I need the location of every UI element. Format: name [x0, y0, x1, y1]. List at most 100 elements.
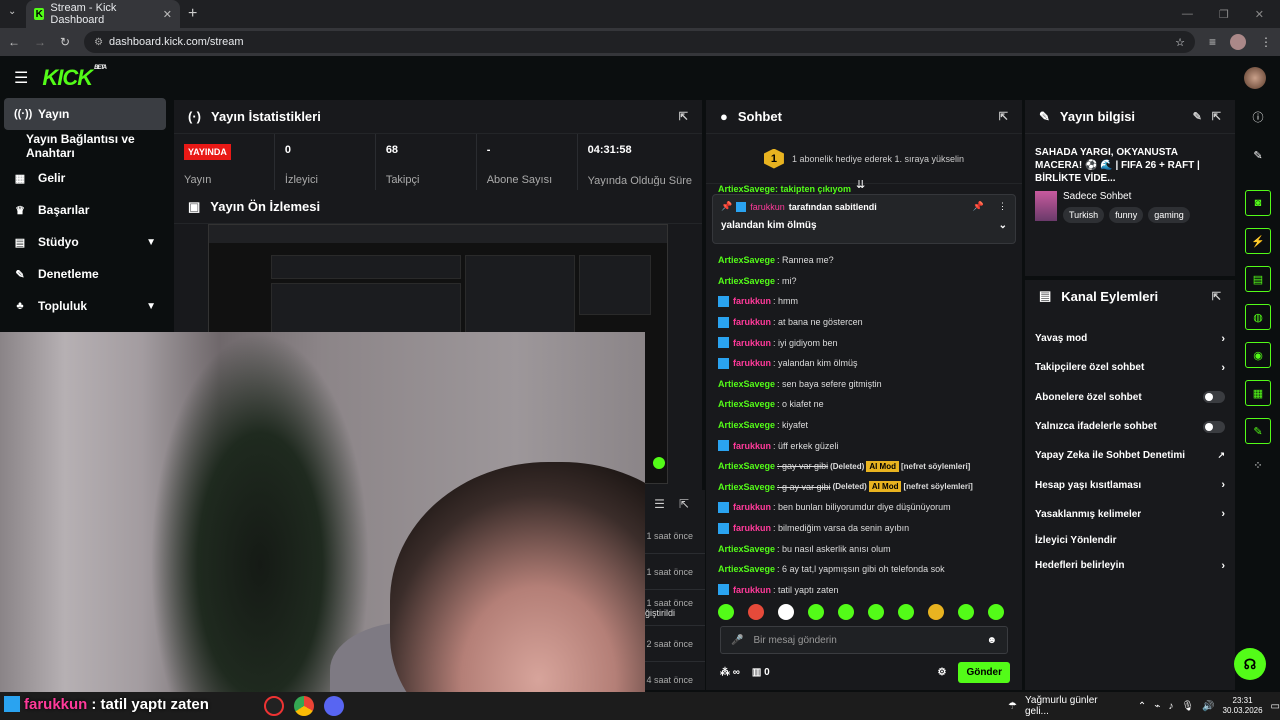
emote-only-toggle[interactable]	[1203, 420, 1225, 433]
chat-username[interactable]: ArtiexSavege	[718, 379, 775, 389]
chat-username[interactable]: ArtiexSavege	[718, 482, 775, 492]
emote-icon[interactable]	[868, 604, 884, 620]
user-avatar[interactable]	[1244, 67, 1266, 89]
emote-icon[interactable]	[988, 604, 1004, 620]
popout-icon[interactable]: ⇱	[679, 110, 688, 123]
chat-input[interactable]: 🎤 Bir mesaj gönderin ☻	[720, 626, 1008, 654]
emote-icon[interactable]	[748, 604, 764, 620]
chat-message[interactable]: farukkun: at bana ne göstercen	[718, 312, 1013, 333]
new-tab-button[interactable]: +	[188, 5, 197, 23]
settings-gear-icon[interactable]: ⚙	[937, 667, 946, 678]
sidebar-item-gelir[interactable]: ▦ Gelir	[0, 162, 170, 194]
camera-icon[interactable]: ◙	[1245, 190, 1271, 216]
edit-icon[interactable]: ✎	[1193, 110, 1202, 123]
chat-username[interactable]: farukkun	[733, 317, 771, 327]
emote-icon[interactable]	[808, 604, 824, 620]
chat-message[interactable]: ArtiexSavege: sen baya sefere gitmiştin	[718, 374, 1013, 395]
chat-username[interactable]: ArtiexSavege	[718, 564, 775, 574]
chat-username[interactable]: ArtiexSavege	[718, 544, 775, 554]
minimize-icon[interactable]: —	[1182, 8, 1193, 21]
notes-icon[interactable]: ▤	[1245, 266, 1271, 292]
chat-username[interactable]: ArtiexSavege	[718, 276, 775, 286]
menu-icon[interactable]: ☰	[14, 68, 28, 88]
chat-username[interactable]: farukkun	[733, 441, 771, 451]
chat-message[interactable]: ArtiexSavege: gay var gibi (Deleted) AI …	[718, 456, 1013, 477]
unpin-icon[interactable]: 📌	[973, 201, 984, 212]
sidebar-item-studyo[interactable]: ▤ Stüdyo ▼	[0, 226, 170, 258]
chat-username[interactable]: ArtiexSavege	[718, 399, 775, 409]
chat-message[interactable]: farukkun: ben bunları biliyorumdur diye …	[718, 497, 1013, 518]
volume-alt-icon[interactable]: 🔊	[1202, 701, 1214, 712]
scroll-down-icon[interactable]: ⇊	[856, 178, 865, 191]
action-ai-moderation[interactable]: Yapay Zeka ile Sohbet Denetimi ↗	[1025, 441, 1235, 470]
popout-icon[interactable]: ⇱	[1212, 110, 1221, 123]
profile-avatar[interactable]	[1230, 34, 1246, 50]
chat-username[interactable]: farukkun	[733, 296, 771, 306]
site-info-icon[interactable]: ⚙	[94, 37, 103, 48]
sidebar-item-basarilar[interactable]: ♛ Başarılar	[0, 194, 170, 226]
microphone-icon[interactable]: 🎤	[731, 635, 743, 646]
chrome-app-icon[interactable]	[294, 696, 314, 716]
chat-icon[interactable]: ◍	[1245, 304, 1271, 330]
emoji-icon[interactable]: ☻	[986, 635, 997, 646]
chat-message[interactable]: ArtiexSavege: mi?	[718, 271, 1013, 292]
chat-message[interactable]: ArtiexSavege: 6 ay tat,l yapmışsın gibi …	[718, 559, 1013, 580]
help-button[interactable]: ☊	[1234, 648, 1266, 680]
kick-logo[interactable]: KICK BETA	[42, 65, 107, 91]
notification-icon[interactable]: ▭	[1271, 701, 1280, 712]
chat-username[interactable]: ArtiexSavege	[718, 461, 775, 471]
close-window-icon[interactable]: ✕	[1255, 8, 1264, 21]
broadcast-icon[interactable]: ◉	[1245, 342, 1271, 368]
chat-message[interactable]: ArtiexSavege: bu nasıl askerlik anısı ol…	[718, 538, 1013, 559]
browser-tab[interactable]: K Stream - Kick Dashboard ✕	[26, 0, 180, 28]
action-slow-mode[interactable]: Yavaş mod ›	[1025, 324, 1235, 353]
sidebar-item-yayin[interactable]: ((·)) Yayın	[4, 98, 166, 130]
action-account-age[interactable]: Hesap yaşı kısıtlaması ›	[1025, 470, 1235, 499]
forward-icon[interactable]: →	[34, 35, 46, 49]
browser-menu-icon[interactable]: ⋮	[1260, 35, 1272, 49]
chat-username[interactable]: farukkun	[733, 585, 771, 595]
chevron-down-icon[interactable]: ⌄	[999, 220, 1007, 231]
drag-handle-icon[interactable]: ⁘	[1245, 452, 1271, 478]
gift-leaderboard[interactable]: 11 abonelik hediye ederek 1. sıraya yüks…	[706, 134, 1022, 184]
tray-chevron-icon[interactable]: ⌃	[1138, 701, 1146, 712]
emote-icon[interactable]	[718, 604, 734, 620]
chat-username[interactable]: ArtiexSavege	[718, 255, 775, 265]
volume-icon[interactable]: ♪	[1168, 701, 1173, 712]
emote-icon[interactable]	[898, 604, 914, 620]
back-icon[interactable]: ←	[8, 35, 20, 49]
chat-username[interactable]: farukkun	[733, 502, 771, 512]
layout-icon[interactable]: ▦	[1245, 380, 1271, 406]
action-raid[interactable]: İzleyici Yönlendir	[1025, 529, 1235, 551]
chat-username[interactable]: ArtiexSavege	[718, 420, 775, 430]
wrench-icon[interactable]: ✎	[1245, 418, 1271, 444]
action-followers-only[interactable]: Takipçilere özel sohbet ›	[1025, 353, 1235, 382]
chat-message[interactable]: ArtiexSavege: kiyafet	[718, 415, 1013, 436]
chat-message[interactable]: farukkun: yalandan kim ölmüş	[718, 353, 1013, 374]
reload-icon[interactable]: ↻	[60, 35, 70, 49]
action-goals[interactable]: Hedefleri belirleyin ›	[1025, 551, 1235, 580]
chat-message[interactable]: farukkun: bilmediğim varsa da senin ayıb…	[718, 518, 1013, 539]
chat-message[interactable]: farukkun: üff erkek güzeli	[718, 435, 1013, 456]
clock[interactable]: 23:31 30.03.2026	[1223, 696, 1263, 716]
chat-message[interactable]: farukkun: iyi gidiyom ben	[718, 332, 1013, 353]
weather-text[interactable]: Yağmurlu günler geli...	[1025, 695, 1118, 717]
emote-icon[interactable]	[838, 604, 854, 620]
tab-search-icon[interactable]: ⌄	[8, 6, 16, 17]
popout-icon[interactable]: ⇱	[679, 497, 689, 511]
pinned-message[interactable]: 📌 farukkun tarafından sabitlendi 📌 ⋮ yaland…	[712, 194, 1016, 244]
send-button[interactable]: Gönder	[958, 661, 1010, 683]
network-icon[interactable]: ⌁	[1154, 701, 1160, 712]
filter-icon[interactable]: ☰	[654, 497, 665, 511]
url-field[interactable]: ⚙ dashboard.kick.com/stream ☆	[84, 31, 1195, 53]
mic-tray-icon[interactable]: 🎙	[1181, 701, 1194, 712]
lightning-icon[interactable]: ⚡	[1245, 228, 1271, 254]
points-icon[interactable]: ⁂ ∞	[720, 667, 740, 678]
close-tab-icon[interactable]: ✕	[163, 8, 172, 21]
popout-icon[interactable]: ⇱	[1212, 290, 1221, 303]
emote-icon[interactable]	[958, 604, 974, 620]
sidebar-item-topluluk[interactable]: ♣ Topluluk ▼	[0, 290, 170, 322]
popout-icon[interactable]: ⇱	[999, 110, 1008, 123]
info-icon[interactable]: ⓘ	[1245, 104, 1271, 130]
obs-app-icon[interactable]	[264, 696, 284, 716]
